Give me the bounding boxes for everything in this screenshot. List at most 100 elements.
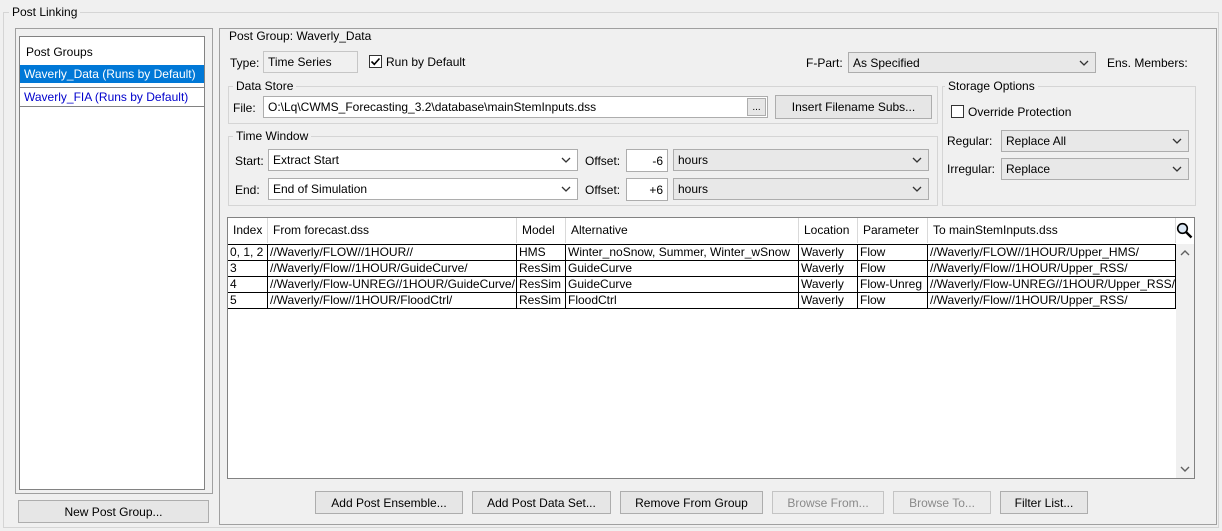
filter-list-button[interactable]: Filter List... [1000,491,1088,514]
browse-file-button[interactable]: ... [747,98,766,116]
regular-label: Regular: [947,134,993,148]
cell-parameter: Flow [858,245,928,261]
insert-filename-subs-button[interactable]: Insert Filename Subs... [775,95,932,119]
chevron-down-icon [1172,166,1182,172]
irregular-select[interactable]: Replace [1001,158,1189,180]
cell-from: //Waverly/Flow-UNREG//1HOUR/GuideCurve/ [268,277,517,293]
cell-index: 4 [228,277,268,293]
run-by-default-label: Run by Default [386,55,466,69]
search-icon [1176,222,1193,239]
start-select[interactable]: Extract Start [268,149,578,171]
table-row[interactable]: 3 //Waverly/Flow//1HOUR/GuideCurve/ ResS… [228,260,1176,277]
cell-from: //Waverly/Flow//1HOUR/FloodCtrl/ [268,293,517,309]
regular-select[interactable]: Replace All [1001,130,1189,152]
end-label: End: [235,183,260,197]
add-post-data-set-button[interactable]: Add Post Data Set... [472,491,611,514]
file-path-value: O:\Lq\CWMS_Forecasting_3.2\database\main… [268,100,597,114]
end-offset-field[interactable]: +6 [626,178,668,201]
cell-parameter: Flow [858,293,928,309]
add-post-ensemble-button[interactable]: Add Post Ensemble... [315,491,463,514]
table-row[interactable]: 5 //Waverly/Flow//1HOUR/FloodCtrl/ ResSi… [228,292,1176,309]
table-row[interactable]: 4 //Waverly/Flow-UNREG//1HOUR/GuideCurve… [228,276,1176,293]
post-groups-header: Post Groups [26,45,93,59]
end-unit-select[interactable]: hours [673,178,929,200]
column-header-parameter[interactable]: Parameter [858,218,928,243]
file-label: File: [233,101,256,115]
browse-file-label: ... [752,101,761,113]
checkmark-icon [370,57,381,66]
cell-alternative: FloodCtrl [566,293,799,309]
post-data-table[interactable]: Index From forecast.dss Model Alternativ… [227,217,1195,479]
end-value: End of Simulation [273,182,368,196]
post-group-item-waverly-data[interactable]: Waverly_Data (Runs by Default) [20,65,204,83]
irregular-value: Replace [1006,162,1051,176]
fpart-value: As Specified [853,55,920,70]
time-window-title: Time Window [233,129,312,143]
cell-to: //Waverly/Flow-UNREG//1HOUR/Upper_RSS/ [930,277,1176,293]
start-offset-label: Offset: [585,154,621,168]
cell-model: ResSim [517,261,566,277]
scroll-up-icon[interactable] [1176,246,1194,260]
fpart-label: F-Part: [806,56,843,70]
post-groups-list[interactable]: Post Groups Waverly_Data (Runs by Defaul… [19,36,205,490]
table-search-button[interactable] [1176,218,1194,243]
start-value: Extract Start [273,153,340,167]
post-group-item-waverly-fia[interactable]: Waverly_FIA (Runs by Default) [20,87,204,107]
browse-from-button[interactable]: Browse From... [772,491,884,514]
scroll-down-icon[interactable] [1176,462,1194,476]
end-unit-value: hours [678,182,709,196]
table-row[interactable]: 0, 1, 2 //Waverly/FLOW//1HOUR// HMS Wint… [228,244,1176,261]
cell-alternative: GuideCurve [566,277,799,293]
cell-location: Waverly [799,277,858,293]
type-field: Time Series [263,51,358,73]
cell-index: 0, 1, 2 [228,245,268,261]
column-header-alternative[interactable]: Alternative [566,218,799,243]
cell-location: Waverly [799,293,858,309]
new-post-group-button[interactable]: New Post Group... [18,500,209,523]
cell-index: 5 [228,293,268,309]
end-offset-label: Offset: [585,183,621,197]
cell-to: //Waverly/Flow//1HOUR/Upper_RSS/ [928,293,1176,309]
start-unit-select[interactable]: hours [673,149,929,171]
browse-to-button[interactable]: Browse To... [893,491,991,514]
cell-location: Waverly [799,261,858,277]
file-path-field[interactable]: O:\Lq\CWMS_Forecasting_3.2\database\main… [263,96,768,118]
cell-parameter: Flow [858,261,928,277]
type-label: Type: [230,56,260,70]
ens-members-label: Ens. Members: [1107,56,1188,70]
data-store-title: Data Store [233,79,297,93]
cell-model: ResSim [517,277,566,293]
post-group-title: Post Group: Waverly_Data [226,29,375,43]
override-protection-checkbox[interactable] [951,105,964,118]
start-label: Start: [235,154,264,168]
column-header-model[interactable]: Model [517,218,566,243]
regular-value: Replace All [1006,134,1067,148]
run-by-default-checkbox[interactable] [369,55,382,68]
cell-model: ResSim [517,293,566,309]
remove-from-group-button[interactable]: Remove From Group [620,491,763,514]
cell-index: 3 [228,261,268,277]
end-offset-value: +6 [649,182,663,197]
chevron-down-icon [912,157,922,163]
column-header-index[interactable]: Index [228,218,268,243]
override-protection-label: Override Protection [968,105,1072,119]
cell-to: //Waverly/FLOW//1HOUR/Upper_HMS/ [928,245,1176,261]
cell-parameter: Flow-Unreg [858,277,928,293]
column-header-location[interactable]: Location [799,218,858,243]
column-header-to[interactable]: To mainStemInputs.dss [928,218,1176,243]
column-header-from[interactable]: From forecast.dss [268,218,517,243]
chevron-down-icon [561,186,571,192]
chevron-down-icon [1172,138,1182,144]
start-offset-field[interactable]: -6 [626,149,668,172]
irregular-label: Irregular: [947,162,996,176]
cell-from: //Waverly/FLOW//1HOUR// [268,245,517,261]
cell-location: Waverly [799,245,858,261]
type-value: Time Series [268,55,332,69]
cell-from: //Waverly/Flow//1HOUR/GuideCurve/ [268,261,517,277]
chevron-down-icon [1079,60,1089,66]
post-group-item-label: Waverly_FIA (Runs by Default) [24,90,189,104]
start-unit-value: hours [678,153,709,167]
fpart-select[interactable]: As Specified [848,52,1096,73]
table-scrollbar[interactable] [1176,244,1194,478]
end-select[interactable]: End of Simulation [268,178,578,200]
